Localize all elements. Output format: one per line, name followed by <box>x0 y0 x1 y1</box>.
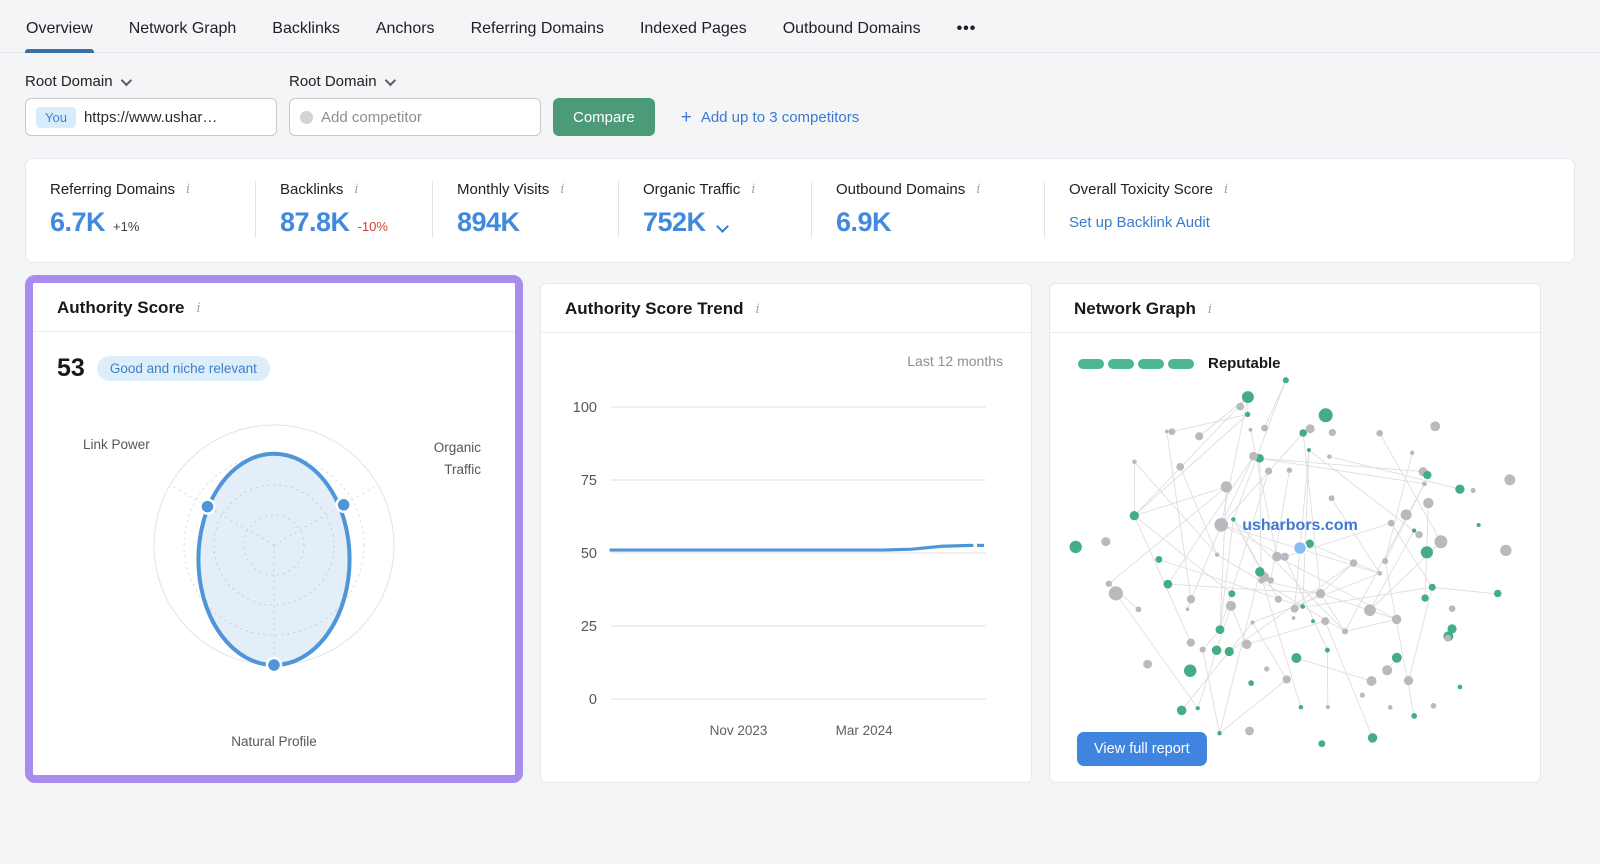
tab-network-graph[interactable]: Network Graph <box>128 16 238 52</box>
metric-outbound-domains: Outbound Domains i 6.9K <box>811 181 1044 238</box>
info-icon[interactable]: i <box>749 182 757 197</box>
competitor-input[interactable] <box>321 109 530 126</box>
competitor-scope-dropdown[interactable]: Root Domain <box>289 73 552 90</box>
chevron-down-icon <box>716 220 729 233</box>
metric-organic-traffic: Organic Traffic i 752K <box>618 181 811 238</box>
info-icon[interactable]: i <box>352 182 360 197</box>
svg-text:100: 100 <box>573 400 597 416</box>
authority-score-badge: Good and niche relevant <box>97 356 270 381</box>
tabs-more-button[interactable]: ••• <box>956 16 978 52</box>
metric-delta: +1% <box>113 219 139 234</box>
metric-value: 6.7K <box>50 207 105 238</box>
info-icon[interactable]: i <box>1222 182 1230 197</box>
network-legend: Reputable <box>1050 333 1540 372</box>
metric-label: Outbound Domains <box>836 181 965 198</box>
metric-label: Backlinks <box>280 181 343 198</box>
trend-range-label: Last 12 months <box>541 333 1031 369</box>
add-competitors-label: Add up to 3 competitors <box>701 109 859 126</box>
widgets-row: Authority Score i 53 Good and niche rele… <box>0 263 1600 783</box>
network-graph-card: Network Graph i Reputable usharbors.com … <box>1049 283 1541 783</box>
center-domain-label: usharbors.com <box>1242 517 1358 534</box>
tab-referring-domains[interactable]: Referring Domains <box>470 16 605 52</box>
radar-axis-natural-profile: Natural Profile <box>33 734 515 749</box>
metric-value: 87.8K <box>280 207 350 238</box>
svg-text:0: 0 <box>589 692 597 708</box>
authority-score-card: Authority Score i 53 Good and niche rele… <box>33 283 515 775</box>
metric-monthly-visits: Monthly Visits i 894K <box>432 181 618 238</box>
legend-label: Reputable <box>1208 355 1281 372</box>
info-icon[interactable]: i <box>184 182 192 197</box>
svg-text:75: 75 <box>581 473 597 489</box>
svg-text:50: 50 <box>581 546 597 562</box>
tab-anchors[interactable]: Anchors <box>375 16 436 52</box>
authority-score-radar: Link Power Organic Traffic Natural Profi… <box>33 401 515 741</box>
network-plot-area: usharbors.com View full report <box>1050 372 1540 782</box>
metric-value: 6.9K <box>836 207 891 238</box>
metrics-summary-card: Referring Domains i 6.7K +1% Backlinks i 87… <box>25 158 1575 263</box>
you-domain-input[interactable]: You https://www.ushar… <box>25 98 277 136</box>
authority-score-trend-card: Authority Score Trend i Last 12 months 0… <box>540 283 1032 783</box>
radar-axis-link-power: Link Power <box>83 437 150 452</box>
info-icon[interactable]: i <box>1206 302 1214 317</box>
tab-outbound-domains[interactable]: Outbound Domains <box>782 16 922 52</box>
info-icon[interactable]: i <box>974 182 982 197</box>
view-full-report-button[interactable]: View full report <box>1077 732 1207 766</box>
card-title: Authority Score Trend <box>565 299 744 319</box>
comparison-filters: Root Domain Root Domain You https://www.… <box>0 53 1600 136</box>
tab-indexed-pages[interactable]: Indexed Pages <box>639 16 748 52</box>
competitor-favicon-placeholder-icon <box>300 111 313 124</box>
report-tabbar: Overview Network Graph Backlinks Anchors… <box>0 0 1600 53</box>
metric-backlinks: Backlinks i 87.8K -10% <box>255 181 432 238</box>
svg-text:Mar 2024: Mar 2024 <box>836 723 894 738</box>
metric-label: Monthly Visits <box>457 181 549 198</box>
plus-icon: + <box>681 108 692 127</box>
info-icon[interactable]: i <box>558 182 566 197</box>
card-title: Network Graph <box>1074 299 1196 319</box>
authority-score-value: 53 <box>57 354 85 383</box>
authority-score-highlight: Authority Score i 53 Good and niche rele… <box>25 275 523 783</box>
tab-overview[interactable]: Overview <box>25 16 94 52</box>
network-scatter: usharbors.com <box>1050 372 1540 782</box>
card-title: Authority Score <box>57 298 185 318</box>
info-icon[interactable]: i <box>754 302 762 317</box>
legend-segment-icon <box>1078 359 1104 369</box>
metric-label: Overall Toxicity Score <box>1069 181 1213 198</box>
competitor-scope-label: Root Domain <box>289 73 377 90</box>
legend-segment-icon <box>1108 359 1134 369</box>
metric-referring-domains: Referring Domains i 6.7K +1% <box>26 181 255 238</box>
svg-text:25: 25 <box>581 619 597 635</box>
setup-backlink-audit-link[interactable]: Set up Backlink Audit <box>1069 214 1210 231</box>
metric-label: Referring Domains <box>50 181 175 198</box>
metric-toxicity-score: Overall Toxicity Score i Set up Backlink … <box>1044 181 1574 238</box>
you-scope-label: Root Domain <box>25 73 113 90</box>
competitor-input-wrap <box>289 98 541 136</box>
add-competitors-link[interactable]: + Add up to 3 competitors <box>681 108 860 127</box>
metric-delta: -10% <box>358 219 388 234</box>
organic-traffic-dropdown[interactable]: 752K <box>643 207 787 238</box>
metric-label: Organic Traffic <box>643 181 740 198</box>
legend-segment-icon <box>1138 359 1164 369</box>
svg-text:Nov 2023: Nov 2023 <box>710 723 768 738</box>
you-domain-value: https://www.ushar… <box>84 109 217 126</box>
tab-backlinks[interactable]: Backlinks <box>271 16 341 52</box>
you-chip: You <box>36 107 76 128</box>
you-scope-dropdown[interactable]: Root Domain <box>25 73 289 90</box>
info-icon[interactable]: i <box>195 301 203 316</box>
compare-button[interactable]: Compare <box>553 98 655 136</box>
radar-axis-organic-traffic: Organic Traffic <box>419 437 481 480</box>
metric-value: 894K <box>457 207 520 238</box>
chevron-down-icon <box>120 74 131 85</box>
legend-segment-icon <box>1168 359 1194 369</box>
metric-value: 752K <box>643 207 706 238</box>
chevron-down-icon <box>384 74 395 85</box>
trend-line-chart: 0 25 50 75 100 Nov 2023 Mar 2024 <box>541 369 1031 769</box>
